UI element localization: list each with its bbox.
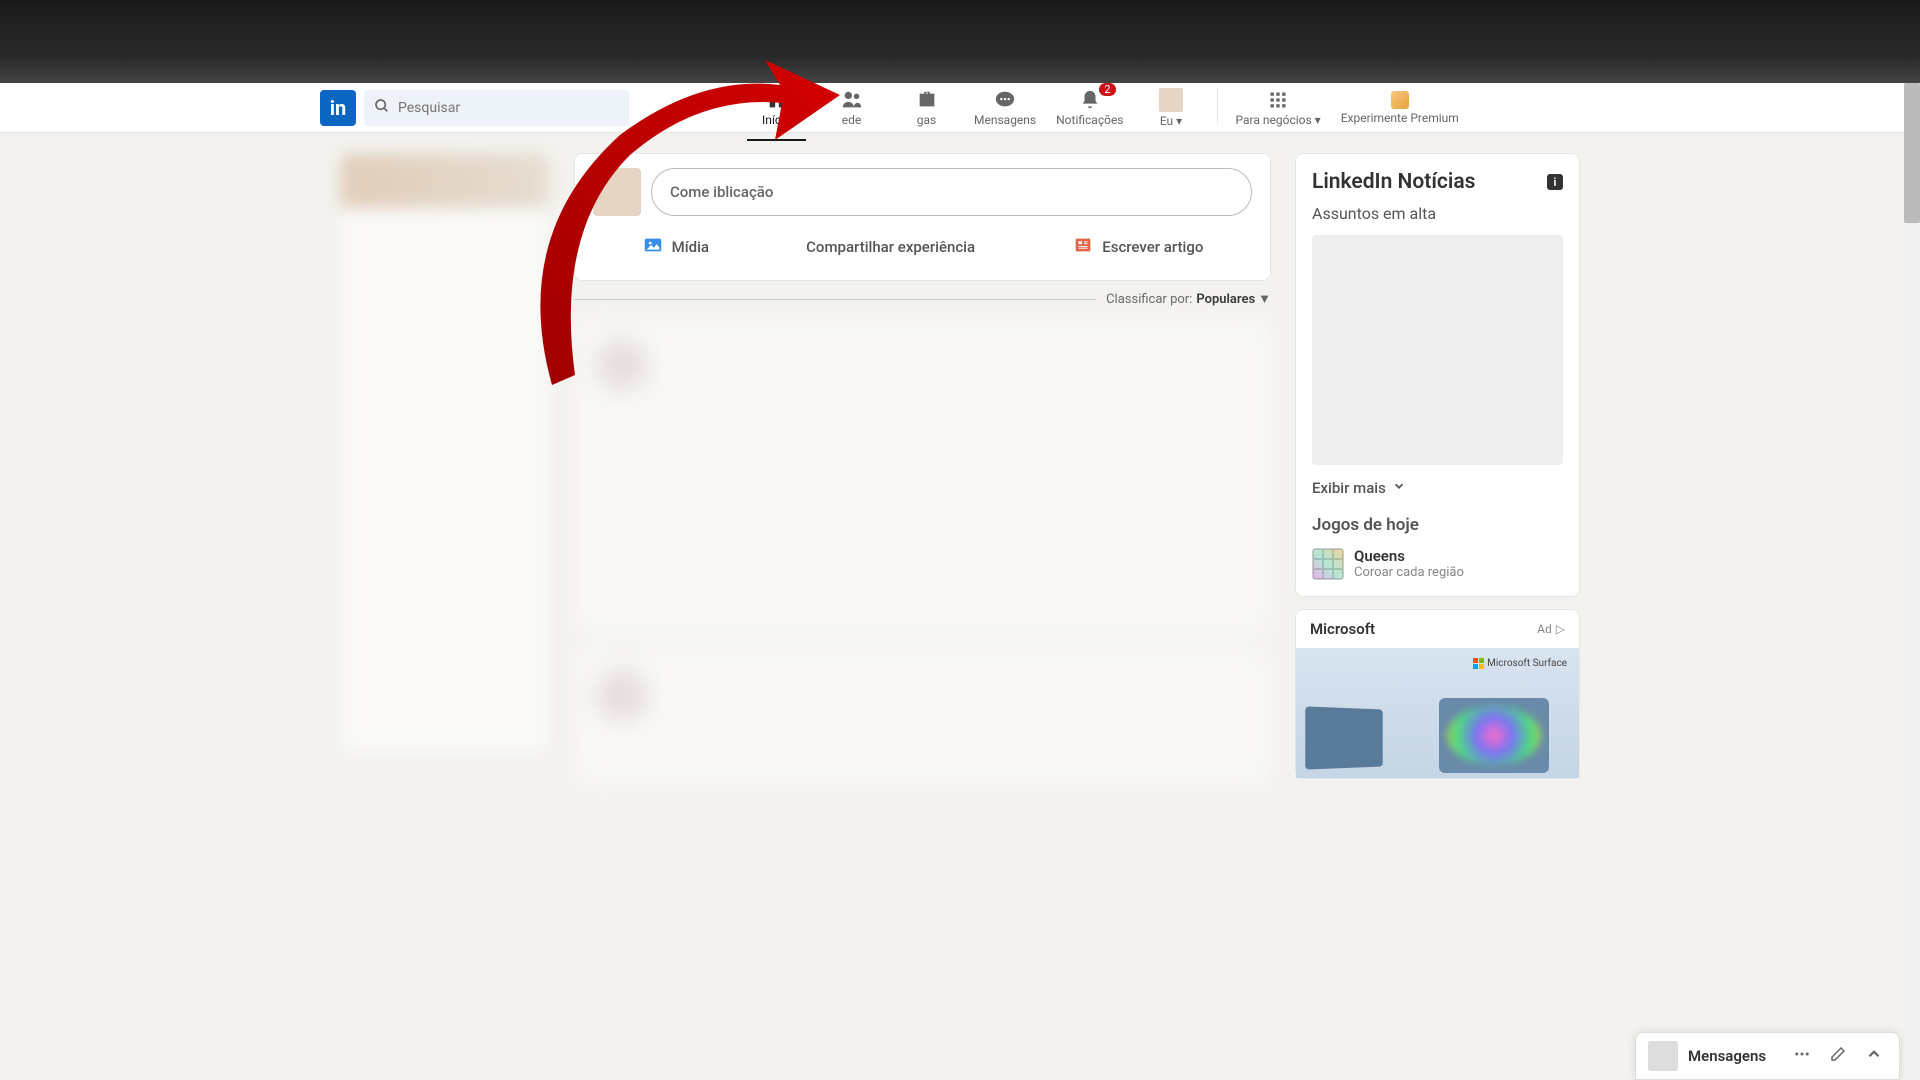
left-sidebar bbox=[340, 153, 550, 797]
nav-network[interactable]: ede bbox=[814, 88, 889, 128]
msg-dock-title: Mensagens bbox=[1688, 1047, 1779, 1065]
game-queens[interactable]: Queens Coroar cada região bbox=[1312, 547, 1563, 580]
sort-label: Classificar por: bbox=[1106, 292, 1192, 307]
image-icon bbox=[642, 234, 664, 260]
linkedin-logo[interactable]: in bbox=[320, 90, 356, 126]
nav-messaging[interactable]: Mensagens bbox=[964, 88, 1046, 128]
header-nav: Início ede gas Mensagens 2 Notificações bbox=[739, 88, 1469, 128]
browser-dark-area bbox=[0, 0, 1920, 83]
post-experience-button[interactable]: Compartilhar experiência bbox=[796, 228, 985, 266]
right-sidebar: LinkedIn Notícias i Assuntos em alta Exi… bbox=[1295, 153, 1580, 797]
nav-divider bbox=[1217, 88, 1218, 124]
nav-home-label: Início bbox=[762, 113, 791, 127]
nav-messaging-label: Mensagens bbox=[974, 113, 1036, 127]
queens-icon bbox=[1312, 548, 1344, 580]
nav-business-label: Para negócios ▾ bbox=[1236, 113, 1321, 127]
start-post-box: Come iblicação Mídia Compartilhar experi… bbox=[574, 153, 1271, 281]
search-icon bbox=[374, 98, 390, 118]
msg-dock-avatar bbox=[1648, 1041, 1678, 1071]
chevron-up-icon[interactable] bbox=[1861, 1041, 1887, 1071]
main-content: Come iblicação Mídia Compartilhar experi… bbox=[320, 133, 1600, 797]
nav-premium[interactable]: Experimente Premium bbox=[1331, 88, 1469, 128]
home-icon bbox=[766, 89, 788, 111]
nav-jobs[interactable]: gas bbox=[889, 88, 964, 128]
microsoft-icon bbox=[1473, 658, 1484, 669]
premium-icon bbox=[1391, 91, 1409, 109]
search-box[interactable] bbox=[364, 90, 629, 126]
messaging-dock[interactable]: Mensagens bbox=[1635, 1032, 1900, 1080]
scroll-thumb[interactable] bbox=[1904, 83, 1920, 223]
ad-choices-icon[interactable]: ▷ bbox=[1556, 622, 1565, 636]
article-icon bbox=[1072, 234, 1094, 260]
ad-creative: Microsoft Surface bbox=[1296, 648, 1579, 778]
scrollbar[interactable] bbox=[1904, 83, 1920, 1080]
people-icon bbox=[840, 89, 864, 111]
news-card: LinkedIn Notícias i Assuntos em alta Exi… bbox=[1295, 153, 1580, 597]
chevron-down-icon bbox=[1392, 479, 1406, 497]
post-experience-label: Compartilhar experiência bbox=[806, 238, 975, 256]
nav-premium-label: Experimente Premium bbox=[1341, 111, 1459, 125]
header: in Início ede gas Mensagens bbox=[0, 83, 1920, 133]
feed-post-blurred bbox=[574, 317, 1271, 637]
me-avatar bbox=[1159, 88, 1183, 112]
caret-down-icon: ▼ bbox=[1258, 291, 1271, 307]
grid-icon bbox=[1268, 89, 1288, 111]
nav-me-label: Eu ▾ bbox=[1160, 114, 1182, 128]
start-post-button[interactable]: Come iblicação bbox=[651, 168, 1252, 216]
post-article-label: Escrever artigo bbox=[1102, 238, 1203, 256]
ad-card[interactable]: Microsoft Ad ▷ Microsoft Surface bbox=[1295, 609, 1580, 779]
news-subtitle: Assuntos em alta bbox=[1312, 204, 1563, 223]
notifications-badge: 2 bbox=[1099, 83, 1115, 96]
surface-logo: Microsoft Surface bbox=[1473, 658, 1567, 669]
feed-column: Come iblicação Mídia Compartilhar experi… bbox=[574, 153, 1271, 797]
compose-icon[interactable] bbox=[1825, 1041, 1851, 1071]
sort-divider-line bbox=[574, 299, 1096, 300]
nav-business[interactable]: Para negócios ▾ bbox=[1226, 88, 1331, 128]
bell-icon bbox=[1079, 89, 1101, 111]
feed-sort-row[interactable]: Classificar por: Populares ▼ bbox=[574, 291, 1271, 307]
show-more-label: Exibir mais bbox=[1312, 479, 1386, 497]
nav-home[interactable]: Início bbox=[739, 88, 814, 128]
nav-me[interactable]: Eu ▾ bbox=[1134, 88, 1209, 128]
post-media-label: Mídia bbox=[672, 238, 709, 256]
nav-jobs-label: gas bbox=[917, 113, 936, 127]
search-input[interactable] bbox=[398, 100, 619, 116]
game-name: Queens bbox=[1354, 547, 1464, 565]
news-title: LinkedIn Notícias bbox=[1312, 170, 1475, 194]
user-avatar[interactable] bbox=[593, 168, 641, 216]
games-title: Jogos de hoje bbox=[1312, 515, 1563, 535]
ad-label: Ad ▷ bbox=[1537, 620, 1565, 638]
show-more-button[interactable]: Exibir mais bbox=[1312, 479, 1563, 497]
news-list-placeholder bbox=[1312, 235, 1563, 465]
post-article-button[interactable]: Escrever artigo bbox=[1062, 228, 1213, 266]
messaging-icon bbox=[994, 89, 1016, 111]
feed-post-blurred bbox=[574, 647, 1271, 787]
game-desc: Coroar cada região bbox=[1354, 565, 1464, 580]
nav-network-label: ede bbox=[842, 113, 862, 127]
nav-notifications[interactable]: 2 Notificações bbox=[1046, 88, 1133, 128]
info-icon[interactable]: i bbox=[1547, 174, 1563, 190]
profile-card-blurred bbox=[340, 153, 550, 753]
post-media-button[interactable]: Mídia bbox=[632, 228, 719, 266]
sort-value: Populares bbox=[1196, 292, 1255, 307]
ad-brand: Microsoft bbox=[1310, 620, 1375, 638]
nav-notifications-label: Notificações bbox=[1056, 113, 1123, 127]
more-icon[interactable] bbox=[1789, 1041, 1815, 1071]
briefcase-icon bbox=[916, 89, 938, 111]
